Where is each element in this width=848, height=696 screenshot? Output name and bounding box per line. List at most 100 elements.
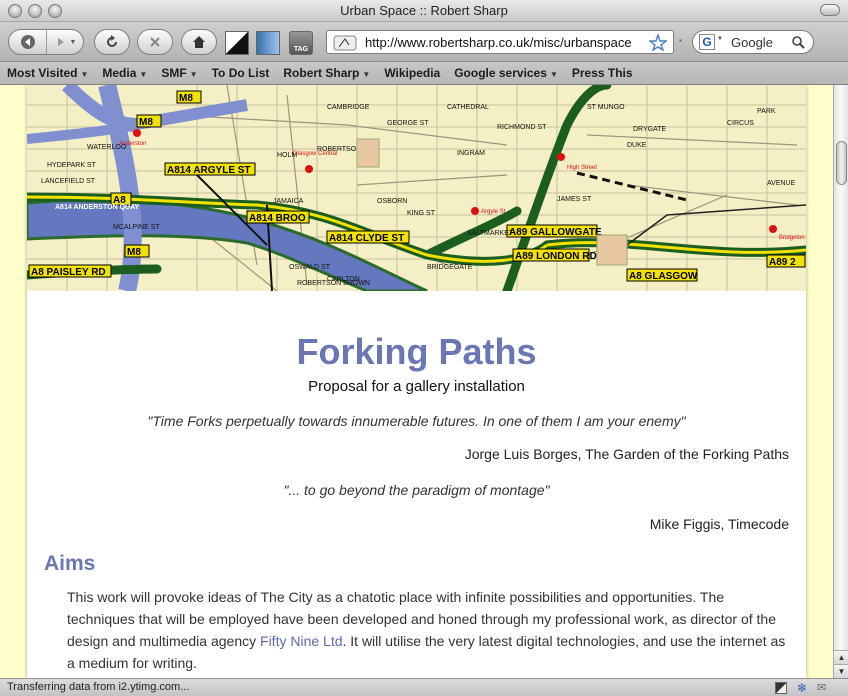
bookmark-media[interactable]: Media ▼ bbox=[102, 66, 147, 80]
svg-text:OSWALD ST: OSWALD ST bbox=[289, 264, 331, 271]
svg-text:A89 GALLOWGATE: A89 GALLOWGATE bbox=[509, 227, 602, 238]
svg-text:High Street: High Street bbox=[567, 165, 597, 171]
aims-paragraph: This work will provoke ideas of The City… bbox=[67, 589, 786, 671]
svg-text:MCALPINE ST: MCALPINE ST bbox=[113, 224, 160, 231]
svg-text:GEORGE ST: GEORGE ST bbox=[387, 120, 429, 127]
tag-label: TAG bbox=[293, 46, 309, 53]
svg-text:PARK: PARK bbox=[757, 108, 776, 115]
vertical-scrollbar[interactable]: ▲ ▼ bbox=[833, 85, 848, 678]
reload-icon bbox=[107, 35, 117, 47]
svg-text:Anderston: Anderston bbox=[119, 141, 146, 147]
dropdown-icon: ▼ bbox=[362, 70, 371, 79]
page-title: Forking Paths bbox=[296, 331, 537, 372]
svg-text:CAMBRIDGE: CAMBRIDGE bbox=[327, 104, 370, 111]
svg-text:Argyle St: Argyle St bbox=[481, 209, 506, 215]
bookmark-extension-icon[interactable] bbox=[225, 31, 249, 55]
search-box[interactable]: G ▼ Google bbox=[692, 30, 814, 54]
svg-text:AVENUE: AVENUE bbox=[767, 180, 796, 187]
site-identity-icon[interactable] bbox=[333, 35, 357, 51]
status-text: Transferring data from i2.ytimg.com... bbox=[7, 681, 190, 693]
citation-figgis: Mike Figgis, Timecode bbox=[649, 516, 789, 532]
svg-text:CATHEDRAL: CATHEDRAL bbox=[447, 104, 489, 111]
home-button[interactable] bbox=[181, 29, 217, 55]
tag-icon[interactable]: TAG bbox=[289, 31, 313, 55]
page-viewport: M8 M8 M8 A814 ARGYLE ST A8 A814 ANDERSTO… bbox=[0, 85, 833, 678]
forward-arrow-icon bbox=[57, 38, 64, 46]
bookmark-most-visited[interactable]: Most Visited ▼ bbox=[7, 66, 88, 80]
back-arrow-icon bbox=[20, 35, 35, 49]
stop-button[interactable] bbox=[137, 29, 173, 55]
header-map-image: M8 M8 M8 A814 ARGYLE ST A8 A814 ANDERSTO… bbox=[27, 85, 806, 291]
title-bar: Urban Space :: Robert Sharp bbox=[0, 0, 848, 22]
svg-text:M8: M8 bbox=[139, 117, 153, 128]
svg-text:M8: M8 bbox=[127, 247, 141, 258]
sidebar-extension-icon[interactable] bbox=[256, 31, 280, 55]
bookmark-wikipedia[interactable]: Wikipedia bbox=[384, 66, 440, 80]
page-subtitle: Proposal for a gallery installation bbox=[308, 378, 525, 395]
dropdown-icon: ▼ bbox=[189, 70, 198, 79]
svg-text:CIRCUS: CIRCUS bbox=[727, 120, 754, 127]
dropdown-icon: ▼ bbox=[549, 70, 558, 79]
mail-icon[interactable]: ✉ bbox=[817, 682, 829, 694]
bookmark-press-this[interactable]: Press This bbox=[572, 66, 633, 80]
scrollbar-thumb[interactable] bbox=[836, 141, 847, 185]
quote-borges: "Time Forks perpetually towards innumera… bbox=[147, 413, 686, 429]
svg-text:BRIDGEGATE: BRIDGEGATE bbox=[427, 264, 473, 271]
fifty-nine-link[interactable]: Fifty Nine Ltd bbox=[260, 633, 342, 649]
svg-text:Bridgeton: Bridgeton bbox=[779, 235, 805, 241]
window-title: Urban Space :: Robert Sharp bbox=[340, 3, 508, 18]
section-heading-aims: Aims bbox=[44, 552, 96, 575]
svg-text:OSBORN: OSBORN bbox=[377, 198, 407, 205]
forward-button[interactable]: ▼ bbox=[47, 30, 83, 54]
svg-text:A8 PAISLEY RD: A8 PAISLEY RD bbox=[31, 267, 106, 278]
svg-text:LANCEFIELD ST: LANCEFIELD ST bbox=[41, 178, 96, 185]
svg-text:ST MUNGO: ST MUNGO bbox=[587, 104, 625, 111]
svg-text:DRYGATE: DRYGATE bbox=[633, 126, 667, 133]
url-text[interactable]: http://www.robertsharp.co.uk/misc/urbans… bbox=[365, 35, 635, 50]
svg-text:RICHMOND ST: RICHMOND ST bbox=[497, 124, 547, 131]
search-placeholder: Google bbox=[731, 35, 773, 50]
scroll-down-arrow-icon[interactable]: ▼ bbox=[834, 664, 848, 678]
extension-status-icon[interactable] bbox=[775, 682, 787, 694]
history-dropdown-icon: ▼ bbox=[69, 38, 77, 46]
dropdown-icon: ▼ bbox=[139, 70, 148, 79]
back-button[interactable] bbox=[9, 30, 47, 54]
svg-text:KING ST: KING ST bbox=[407, 210, 436, 217]
scroll-up-arrow-icon[interactable]: ▲ bbox=[834, 650, 848, 664]
svg-text:A8 GLASGOW: A8 GLASGOW bbox=[629, 271, 698, 282]
reload-button[interactable] bbox=[94, 29, 130, 55]
svg-text:JAMES ST: JAMES ST bbox=[557, 196, 592, 203]
engine-dropdown-icon: ▼ bbox=[717, 36, 723, 42]
svg-text:SALTMARKET: SALTMARKET bbox=[467, 230, 514, 237]
svg-text:A814 ARGYLE ST: A814 ARGYLE ST bbox=[167, 165, 251, 176]
quote-figgis: "... to go beyond the paradigm of montag… bbox=[283, 482, 550, 498]
city-map-graphic: M8 M8 M8 A814 ARGYLE ST A8 A814 ANDERSTO… bbox=[27, 85, 806, 291]
stop-icon bbox=[150, 37, 160, 47]
svg-text:A814 ANDERSTON QUAY: A814 ANDERSTON QUAY bbox=[55, 204, 139, 211]
svg-text:A89 2: A89 2 bbox=[769, 257, 796, 268]
svg-text:M8: M8 bbox=[179, 93, 193, 104]
toolbar-toggle-button[interactable] bbox=[820, 4, 840, 16]
svg-text:JAMAICA: JAMAICA bbox=[273, 198, 304, 205]
url-bar[interactable]: http://www.robertsharp.co.uk/misc/urbans… bbox=[326, 30, 674, 54]
bookmark-robert-sharp[interactable]: Robert Sharp ▼ bbox=[283, 66, 370, 80]
svg-text:Glasgow Central: Glasgow Central bbox=[293, 151, 337, 157]
svg-text:A814 CLYDE ST: A814 CLYDE ST bbox=[329, 233, 404, 244]
google-engine-icon[interactable]: G bbox=[699, 34, 715, 50]
bookmark-google-services[interactable]: Google services ▼ bbox=[454, 66, 558, 80]
magnifier-icon[interactable] bbox=[791, 35, 805, 49]
bookmarks-bar: Most Visited ▼ Media ▼ SMF ▼ To Do List Rob… bbox=[0, 62, 848, 85]
separator-dot-icon: ▪ bbox=[679, 36, 682, 45]
bookmark-to-do-list[interactable]: To Do List bbox=[212, 66, 270, 80]
bookmark-smf[interactable]: SMF ▼ bbox=[161, 66, 197, 80]
svg-text:HYDEPARK ST: HYDEPARK ST bbox=[47, 162, 97, 169]
svg-text:CARLTON: CARLTON bbox=[327, 276, 360, 283]
svg-text:A814 BROO: A814 BROO bbox=[249, 213, 306, 224]
bookmark-star-icon[interactable] bbox=[649, 34, 667, 51]
citation-borges: Jorge Luis Borges, The Garden of the For… bbox=[464, 446, 789, 462]
home-icon bbox=[193, 36, 205, 48]
status-bar: Transferring data from i2.ytimg.com... ❄… bbox=[0, 678, 848, 696]
snowflake-icon[interactable]: ❄ bbox=[797, 682, 809, 694]
svg-text:DUKE: DUKE bbox=[627, 142, 647, 149]
dropdown-icon: ▼ bbox=[80, 70, 89, 79]
